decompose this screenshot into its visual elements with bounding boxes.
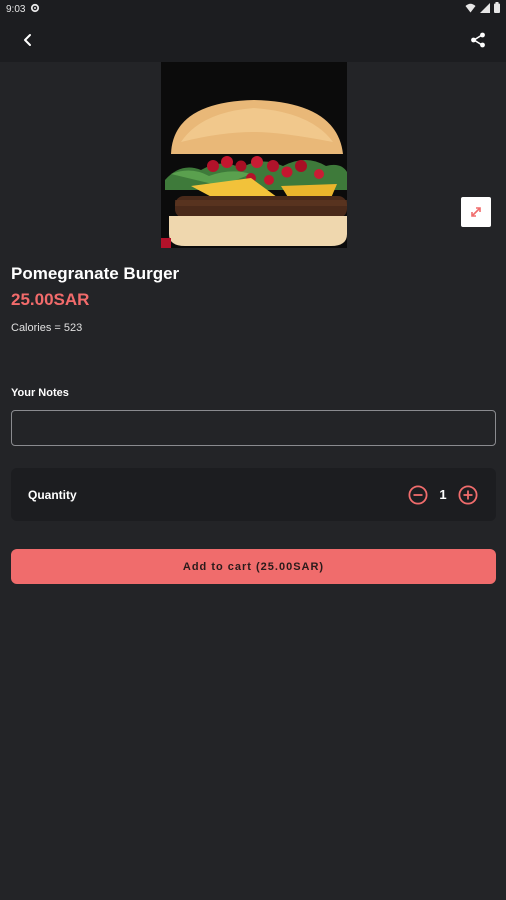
app-bar	[0, 18, 506, 62]
status-right	[465, 2, 500, 16]
back-button[interactable]	[16, 28, 40, 52]
product-name: Pomegranate Burger	[11, 264, 180, 283]
increase-quantity-button[interactable]	[458, 485, 478, 505]
quantity-card: Quantity 1	[11, 468, 496, 521]
settings-icon	[30, 3, 40, 16]
expand-icon	[471, 207, 481, 217]
product-price: 25.00SAR	[11, 290, 90, 309]
share-icon	[471, 32, 485, 48]
signal-icon	[480, 2, 490, 16]
plus-circle-icon	[458, 485, 478, 505]
notes-input[interactable]	[11, 410, 496, 446]
status-left: 9:03	[6, 3, 40, 16]
quantity-value: 1	[439, 487, 447, 502]
calories-text: Calories = 523	[11, 322, 83, 334]
decrease-quantity-button[interactable]	[408, 485, 428, 505]
expand-button[interactable]	[461, 197, 491, 227]
burger-photo	[161, 62, 347, 248]
minus-circle-icon	[408, 485, 428, 505]
status-bar: 9:03	[0, 0, 506, 18]
notes-label: Your Notes	[11, 387, 69, 399]
chevron-left-icon	[24, 34, 31, 46]
status-time: 9:03	[6, 3, 26, 15]
wifi-icon	[465, 3, 476, 16]
product-image	[161, 62, 347, 248]
add-to-cart-label: Add to cart (25.00SAR)	[182, 560, 325, 573]
battery-icon	[494, 2, 500, 16]
share-button[interactable]	[466, 28, 490, 52]
add-to-cart-button[interactable]: Add to cart (25.00SAR)	[11, 549, 496, 584]
product-detail-screen: 9:03 Pomegranate Burger 25.00SAR Calorie…	[0, 0, 506, 900]
quantity-label: Quantity	[28, 488, 77, 502]
